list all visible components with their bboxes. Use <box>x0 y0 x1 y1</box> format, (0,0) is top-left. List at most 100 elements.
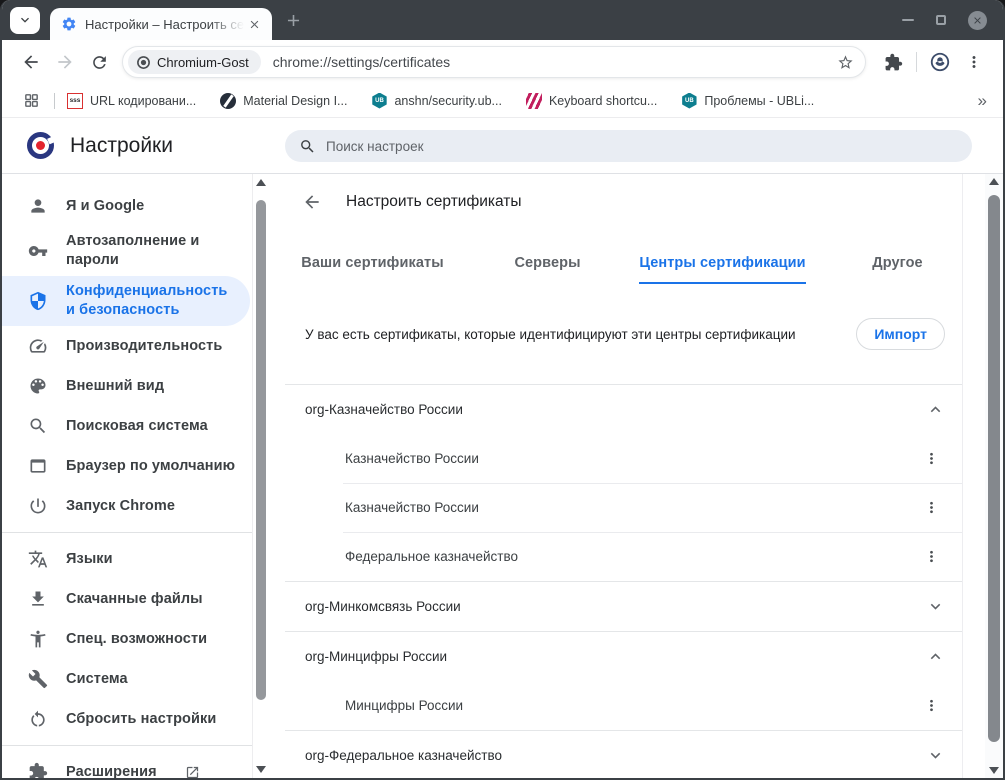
palette-icon <box>28 376 48 396</box>
certificate-group-header[interactable]: org-Федеральное казначейство <box>285 731 962 778</box>
sidebar-item-label: Система <box>66 670 128 687</box>
tab-label: Другое <box>872 255 923 271</box>
search-icon <box>301 139 314 153</box>
power-icon <box>28 496 48 516</box>
bookmark-item[interactable]: UB Проблемы - UBLi... <box>681 92 814 109</box>
scroll-down-arrow-icon[interactable] <box>989 767 999 774</box>
sidebar-item[interactable]: Я и Google <box>2 186 252 226</box>
browser-window: Настройки – Настроить сер Chromium-Gost … <box>0 0 1005 780</box>
window-controls <box>902 10 1003 30</box>
bookmark-item[interactable]: sss URL кодировани... <box>67 92 196 109</box>
site-chip[interactable]: Chromium-Gost <box>128 50 261 74</box>
restore-button[interactable] <box>936 15 946 25</box>
sidebar-item-label: Сбросить настройки <box>66 710 217 727</box>
bookmark-item[interactable]: Keyboard shortcu... <box>525 92 657 109</box>
sidebar-item-label: Я и Google <box>66 197 145 214</box>
page-back-button[interactable] <box>294 184 330 220</box>
browser-tab-settings[interactable]: Настройки – Настроить сер <box>50 8 272 40</box>
sidebar-item[interactable]: Конфиденциальность и безопасность <box>2 276 250 326</box>
chevron-down-icon <box>926 597 945 616</box>
main-scrollbar[interactable] <box>985 174 1003 778</box>
browser-toolbar: Chromium-Gost chrome://settings/certific… <box>2 40 1003 84</box>
settings-search-input[interactable] <box>326 138 958 154</box>
bookmarks-overflow-button[interactable]: » <box>978 91 987 111</box>
sidebar-item[interactable]: Поисковая система <box>2 406 252 446</box>
close-icon <box>974 16 981 24</box>
bookmark-star-button[interactable] <box>831 48 859 76</box>
sidebar-item[interactable]: Автозаполнение и пароли <box>2 226 252 276</box>
sidebar-item[interactable]: Расширения <box>2 752 252 778</box>
bookmarks-separator <box>54 92 55 109</box>
new-tab-button[interactable] <box>284 11 303 30</box>
more-actions-button[interactable] <box>917 543 945 571</box>
sidebar-item[interactable]: Производительность <box>2 326 252 366</box>
close-window-button[interactable] <box>968 10 987 30</box>
certificate-tab[interactable]: Центры сертификации <box>635 230 810 284</box>
sidebar-scrollbar[interactable] <box>252 174 269 778</box>
more-actions-button[interactable] <box>917 692 945 720</box>
apps-grid-button[interactable] <box>18 88 44 114</box>
restore-icon <box>936 15 946 25</box>
sidebar-item-label: Запуск Chrome <box>66 497 176 514</box>
sidebar-divider <box>2 532 252 533</box>
certificate-group: org-Казначейство России Казначейство Росс… <box>285 384 962 581</box>
tab-close-button[interactable] <box>244 14 264 34</box>
sidebar-item-label: Автозаполнение и пароли <box>66 233 200 268</box>
scroll-up-arrow-icon[interactable] <box>256 179 266 186</box>
certificate-tab[interactable]: Другое <box>810 230 985 284</box>
import-button[interactable]: Импорт <box>856 318 945 350</box>
sidebar-item[interactable]: Система <box>2 659 252 699</box>
sidebar-item[interactable]: Внешний вид <box>2 366 252 406</box>
person-icon <box>28 196 48 216</box>
settings-search-box[interactable] <box>285 130 972 162</box>
certificate-group-header[interactable]: org-Казначейство России <box>285 385 962 434</box>
bookmark-item[interactable]: UB anshn/security.ub... <box>371 92 502 109</box>
scrollbar-thumb[interactable] <box>256 200 266 700</box>
url-text[interactable]: chrome://settings/certificates <box>273 54 831 70</box>
bookmark-item[interactable]: Material Design I... <box>220 92 347 109</box>
settings-title: Настройки <box>70 133 173 157</box>
group-name: org-Федеральное казначейство <box>305 748 502 763</box>
sss-favicon: sss <box>67 92 83 109</box>
external-link-icon <box>185 765 200 779</box>
settings-header: Настройки <box>2 118 1003 174</box>
extensions-button[interactable] <box>876 45 910 79</box>
sidebar-item[interactable]: Языки <box>2 539 252 579</box>
profile-avatar-icon <box>930 52 950 72</box>
sidebar-item[interactable]: Сбросить настройки <box>2 699 252 739</box>
address-bar[interactable]: Chromium-Gost chrome://settings/certific… <box>122 46 866 78</box>
sidebar-item[interactable]: Спец. возможности <box>2 619 252 659</box>
sidebar-item[interactable]: Запуск Chrome <box>2 486 252 526</box>
browser-icon <box>28 456 48 476</box>
certificate-tab[interactable]: Серверы <box>460 230 635 284</box>
sidebar-item[interactable]: Браузер по умолчанию <box>2 446 252 486</box>
certificate-group-header[interactable]: org-Минцифры России <box>285 632 962 681</box>
browser-menu-button[interactable] <box>957 45 991 79</box>
description-text: У вас есть сертификаты, которые идентифи… <box>305 326 796 342</box>
scroll-down-arrow-icon[interactable] <box>256 766 266 773</box>
forward-button[interactable] <box>48 45 82 79</box>
tab-search-button[interactable] <box>10 6 40 34</box>
minimize-button[interactable] <box>902 19 914 21</box>
sidebar-item[interactable]: Скачанные файлы <box>2 579 252 619</box>
profile-button[interactable] <box>923 45 957 79</box>
reload-button[interactable] <box>82 45 116 79</box>
sidebar-item-label: Поисковая система <box>66 417 208 434</box>
more-actions-button[interactable] <box>917 445 945 473</box>
scroll-up-arrow-icon[interactable] <box>989 178 999 185</box>
certificate-group-header[interactable]: org-Минкомсвязь России <box>285 582 962 631</box>
scrollbar-thumb[interactable] <box>988 195 1000 742</box>
download-icon <box>28 589 48 609</box>
certificate-tab[interactable]: Ваши сертификаты <box>285 230 460 284</box>
certificate-row: Минцифры России <box>285 681 962 730</box>
back-button[interactable] <box>14 45 48 79</box>
certificate-groups-list: org-Казначейство России Казначейство Росс… <box>285 384 962 778</box>
sidebar-item-label: Расширения <box>66 763 157 779</box>
more-actions-button[interactable] <box>917 494 945 522</box>
certificate-row: Казначейство России <box>285 434 962 483</box>
certificate-name: Казначейство России <box>345 500 479 515</box>
close-icon <box>250 20 258 28</box>
zigzag-favicon <box>525 92 542 109</box>
reload-icon <box>92 55 106 69</box>
tab-label: Ваши сертификаты <box>301 255 444 271</box>
